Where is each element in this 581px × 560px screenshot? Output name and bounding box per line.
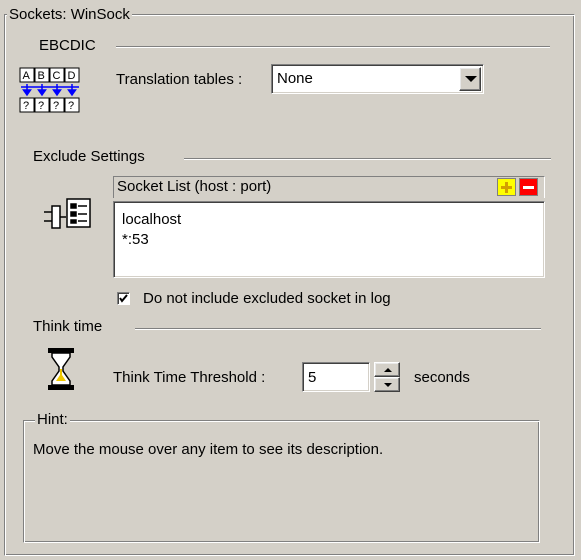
threshold-spin-down[interactable] [374, 377, 400, 392]
think-time-threshold-value: 5 [308, 369, 317, 386]
svg-text:B: B [38, 70, 45, 82]
add-socket-button[interactable] [497, 178, 516, 196]
ebcdic-icon: ABCD ???? [19, 67, 87, 115]
think-time-label: Think time [33, 318, 103, 335]
list-item[interactable]: localhost [122, 211, 181, 228]
exclude-log-label[interactable]: Do not include excluded socket in log [143, 290, 391, 307]
plug-icon [42, 195, 98, 235]
svg-text:C: C [53, 70, 61, 82]
socket-list-header: Socket List (host : port) [113, 176, 545, 198]
list-item[interactable]: *:53 [122, 231, 149, 248]
checkmark-icon [119, 294, 128, 303]
ebcdic-section-label: EBCDIC [39, 37, 96, 54]
arrow-up-icon [384, 368, 392, 372]
svg-text:D: D [68, 70, 76, 82]
threshold-spin-up[interactable] [374, 362, 400, 377]
think-time-separator [135, 328, 541, 330]
translation-tables-select[interactable]: None [271, 64, 484, 94]
winsock-group-title: Sockets: WinSock [7, 6, 132, 23]
hint-title: Hint: [35, 411, 70, 428]
translation-tables-value: None [277, 70, 313, 87]
socket-list-header-label: Socket List (host : port) [117, 178, 272, 195]
think-time-threshold-label: Think Time Threshold : [113, 369, 266, 386]
svg-text:?: ? [53, 100, 59, 112]
translation-tables-label: Translation tables : [116, 71, 243, 88]
svg-text:A: A [23, 70, 31, 82]
dropdown-button[interactable] [459, 67, 481, 91]
ebcdic-separator [116, 46, 550, 48]
socket-list[interactable]: localhost *:53 [113, 201, 545, 278]
minus-icon [523, 186, 534, 189]
hourglass-icon [47, 347, 75, 391]
hint-groupbox [23, 420, 540, 543]
svg-text:?: ? [23, 100, 29, 112]
remove-socket-button[interactable] [519, 178, 538, 196]
arrow-down-icon [384, 383, 392, 387]
exclude-settings-label: Exclude Settings [33, 148, 145, 165]
exclude-separator [184, 158, 551, 160]
chevron-down-icon [465, 76, 477, 82]
svg-text:?: ? [38, 100, 44, 112]
think-time-threshold-input[interactable]: 5 [302, 362, 370, 392]
seconds-unit-label: seconds [414, 369, 470, 386]
hint-text: Move the mouse over any item to see its … [33, 441, 384, 458]
svg-text:?: ? [68, 100, 74, 112]
exclude-log-checkbox[interactable] [117, 292, 130, 305]
